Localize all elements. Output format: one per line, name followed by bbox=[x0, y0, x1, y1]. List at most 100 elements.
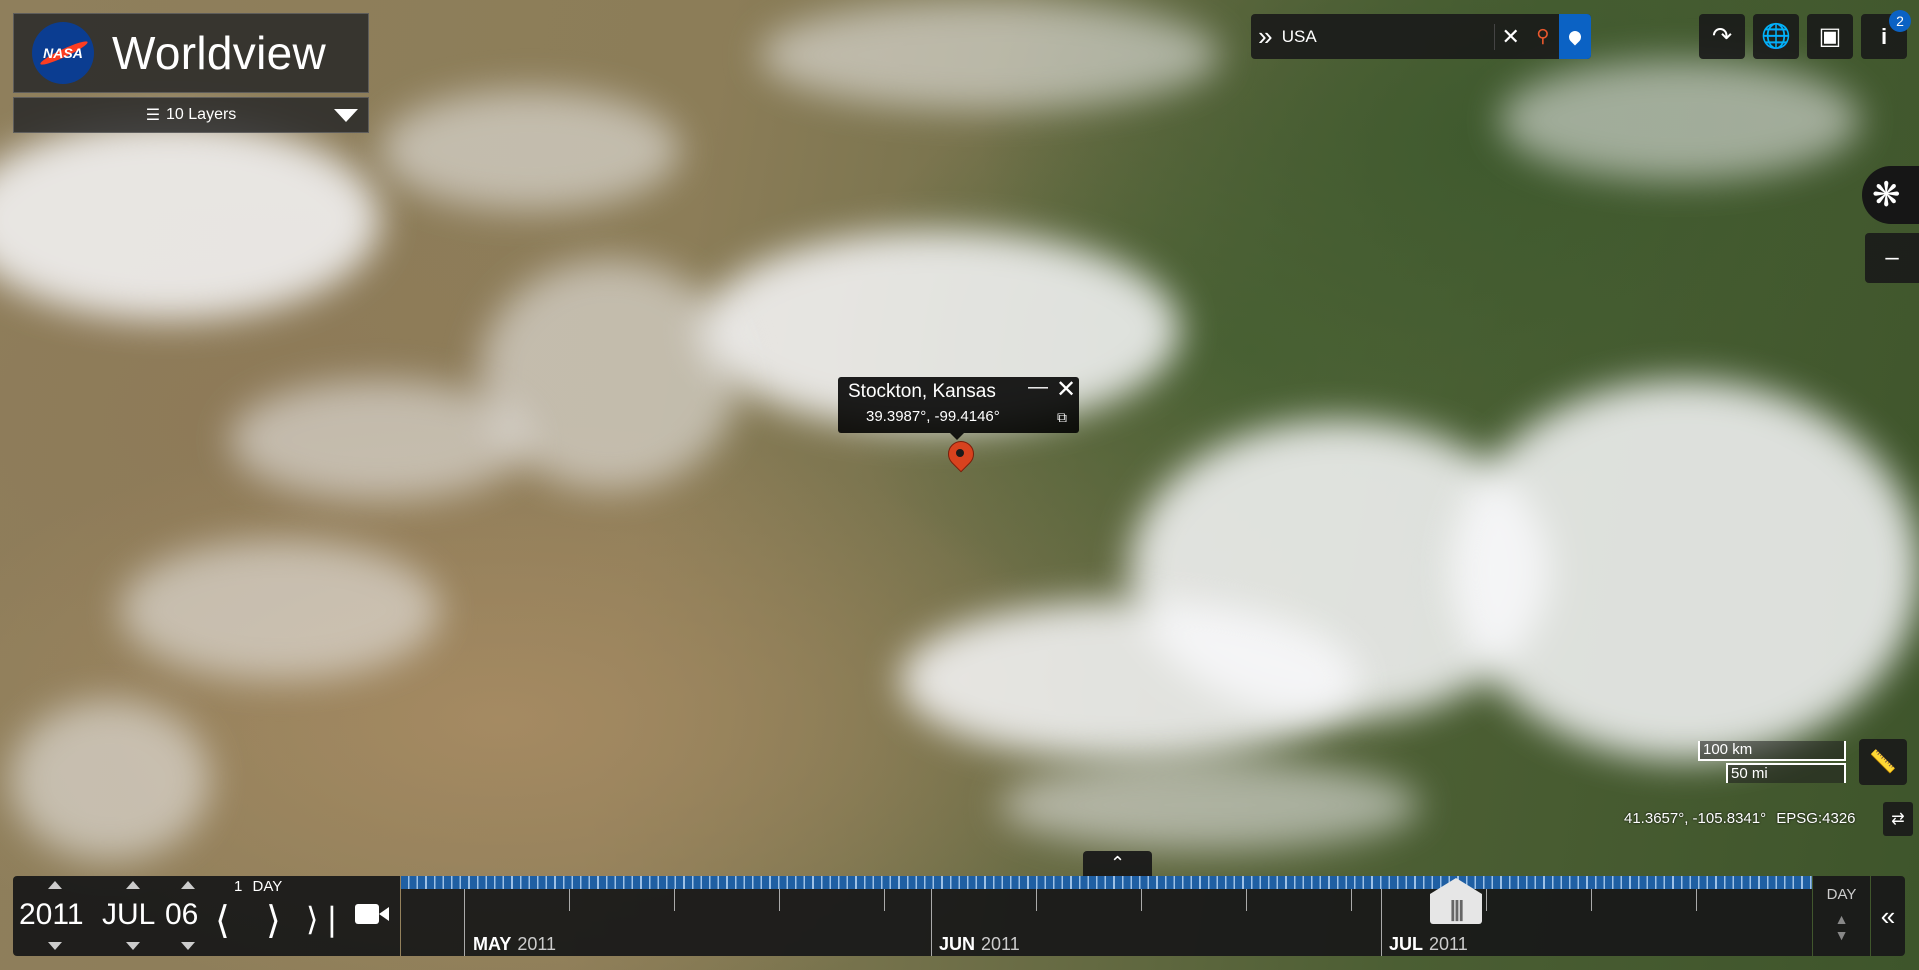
timeline-handle-grip[interactable]: ||| bbox=[1430, 894, 1482, 924]
swap-icon: ⇄ bbox=[1891, 811, 1905, 828]
day-input[interactable]: 06 bbox=[165, 898, 198, 932]
skip-to-end-icon[interactable]: ⟩❘ bbox=[306, 900, 345, 938]
double-chevron-left-icon: « bbox=[1880, 900, 1896, 931]
globe-icon: 🌐 bbox=[1761, 23, 1791, 50]
layers-icon: ☰ bbox=[145, 107, 161, 124]
year-down-arrow[interactable] bbox=[48, 942, 62, 950]
cursor-coordinates: 41.3657°, -105.8341° bbox=[1624, 810, 1767, 827]
cloud bbox=[10, 700, 210, 860]
camera-icon: ▣ bbox=[1818, 23, 1842, 50]
interval-selector[interactable]: 1 DAY bbox=[234, 878, 282, 895]
minus-icon: – bbox=[1885, 244, 1899, 271]
scale-bar-mi: 50 mi bbox=[1726, 763, 1846, 783]
week-tick bbox=[1246, 889, 1247, 911]
copy-icon[interactable]: ⧉ bbox=[1057, 409, 1067, 426]
week-tick bbox=[674, 889, 675, 911]
cloud bbox=[1500, 60, 1860, 180]
cloud bbox=[0, 120, 380, 320]
day-down-arrow[interactable] bbox=[181, 942, 195, 950]
month-tick bbox=[931, 889, 932, 956]
marker-center bbox=[956, 449, 964, 457]
cloud bbox=[1000, 760, 1420, 850]
timeline-track[interactable]: MAY 2011 JUN 2011 JUL 2011 ||| bbox=[401, 876, 1812, 956]
notification-badge: 2 bbox=[1889, 10, 1911, 32]
day-up-arrow[interactable] bbox=[181, 881, 195, 889]
minimize-icon[interactable]: — bbox=[1028, 376, 1048, 399]
close-icon[interactable]: ✕ bbox=[1056, 375, 1076, 404]
week-tick bbox=[884, 889, 885, 911]
arctic-projection-icon: ❋ bbox=[1872, 176, 1901, 214]
ruler-icon: 📏 bbox=[1869, 749, 1897, 774]
week-tick bbox=[1696, 889, 1697, 911]
week-tick bbox=[1141, 889, 1142, 911]
snapshot-button[interactable]: ▣ bbox=[1807, 14, 1853, 59]
popup-coordinates: 39.3987°, -99.4146° bbox=[866, 408, 1000, 425]
date-selector: 2011 JUL 06 1 DAY ⟨ ⟩ ⟩❘ bbox=[13, 876, 400, 956]
projection-label: EPSG:4326 bbox=[1776, 810, 1856, 827]
scale-bar-km: 100 km bbox=[1698, 741, 1846, 761]
interval-unit: DAY bbox=[252, 878, 283, 895]
location-search: » ✕ ⚲ bbox=[1251, 14, 1591, 59]
timeline-expand-button[interactable]: ⌃ bbox=[1083, 851, 1152, 876]
timeline-zoom-selector[interactable]: DAY ▲ ▼ bbox=[1813, 876, 1870, 956]
chevron-right-icon[interactable]: » bbox=[1251, 21, 1280, 52]
coordinate-readout[interactable]: 41.3657°, -105.8341° EPSG:4326 bbox=[1624, 810, 1856, 827]
cloud bbox=[120, 540, 440, 680]
app-title: Worldview bbox=[112, 27, 327, 79]
week-tick bbox=[569, 889, 570, 911]
cloud bbox=[1450, 380, 1919, 760]
cloud bbox=[380, 90, 680, 210]
week-tick bbox=[1351, 889, 1352, 911]
month-label: JUL 2011 bbox=[1389, 934, 1468, 954]
month-label: MAY 2011 bbox=[473, 934, 557, 954]
chevron-down-icon[interactable] bbox=[334, 109, 358, 122]
month-tick bbox=[1381, 889, 1382, 956]
zoom-out-button[interactable]: – bbox=[1865, 233, 1919, 283]
week-tick bbox=[1591, 889, 1592, 911]
chevron-down-icon[interactable]: ▼ bbox=[1813, 927, 1870, 943]
layers-toggle[interactable]: ☰ 10 Layers bbox=[13, 97, 369, 133]
nasa-logo: NASA bbox=[32, 22, 94, 84]
week-tick bbox=[779, 889, 780, 911]
popup-pointer bbox=[950, 433, 964, 440]
location-pin-button[interactable] bbox=[1558, 14, 1591, 59]
close-icon[interactable]: ✕ bbox=[1493, 23, 1527, 50]
week-tick bbox=[1036, 889, 1037, 911]
timeline-zoom-label: DAY bbox=[1826, 886, 1857, 903]
month-tick bbox=[464, 889, 465, 956]
cloud bbox=[230, 380, 530, 500]
chevron-right-icon[interactable]: ⟩ bbox=[266, 898, 281, 943]
coordinate-format-button[interactable]: ⇄ bbox=[1883, 802, 1913, 836]
info-icon: i bbox=[1880, 23, 1888, 49]
brand-panel[interactable]: NASA Worldview bbox=[13, 13, 369, 93]
interval-count: 1 bbox=[234, 878, 243, 895]
share-button[interactable]: ↷ bbox=[1699, 14, 1745, 59]
month-up-arrow[interactable] bbox=[126, 881, 140, 889]
cloud bbox=[760, 0, 1220, 110]
cloud bbox=[900, 600, 1360, 760]
share-icon: ↷ bbox=[1711, 23, 1733, 50]
month-down-arrow[interactable] bbox=[126, 942, 140, 950]
timeline-collapse-button[interactable]: « bbox=[1871, 876, 1905, 956]
measure-button[interactable]: 📏 bbox=[1859, 739, 1907, 785]
week-tick bbox=[1486, 889, 1487, 911]
year-input[interactable]: 2011 bbox=[19, 898, 84, 932]
chevron-left-icon[interactable]: ⟨ bbox=[215, 898, 230, 943]
reverse-geocode-icon[interactable]: ⚲ bbox=[1527, 26, 1559, 47]
month-input[interactable]: JUL bbox=[102, 898, 155, 932]
chevron-up-icon[interactable]: ▲ bbox=[1813, 911, 1870, 927]
zoom-in-button[interactable]: ❋ bbox=[1862, 166, 1919, 224]
video-camera-icon[interactable] bbox=[355, 904, 389, 924]
month-label: JUN 2011 bbox=[939, 934, 1020, 954]
data-availability-strip bbox=[401, 876, 1812, 889]
chevron-up-icon: ⌃ bbox=[1109, 853, 1126, 873]
year-up-arrow[interactable] bbox=[48, 881, 62, 889]
popup-title: Stockton, Kansas bbox=[848, 381, 996, 402]
timeline-handle[interactable] bbox=[1430, 878, 1482, 894]
projection-button[interactable]: 🌐 bbox=[1753, 14, 1799, 59]
location-popup: Stockton, Kansas 39.3987°, -99.4146° — ✕… bbox=[838, 375, 1079, 440]
search-input[interactable] bbox=[1279, 25, 1494, 48]
map-pin-icon bbox=[1566, 28, 1584, 45]
info-button[interactable]: i 2 bbox=[1861, 10, 1911, 59]
layers-count-label: 10 Layers bbox=[166, 106, 237, 123]
